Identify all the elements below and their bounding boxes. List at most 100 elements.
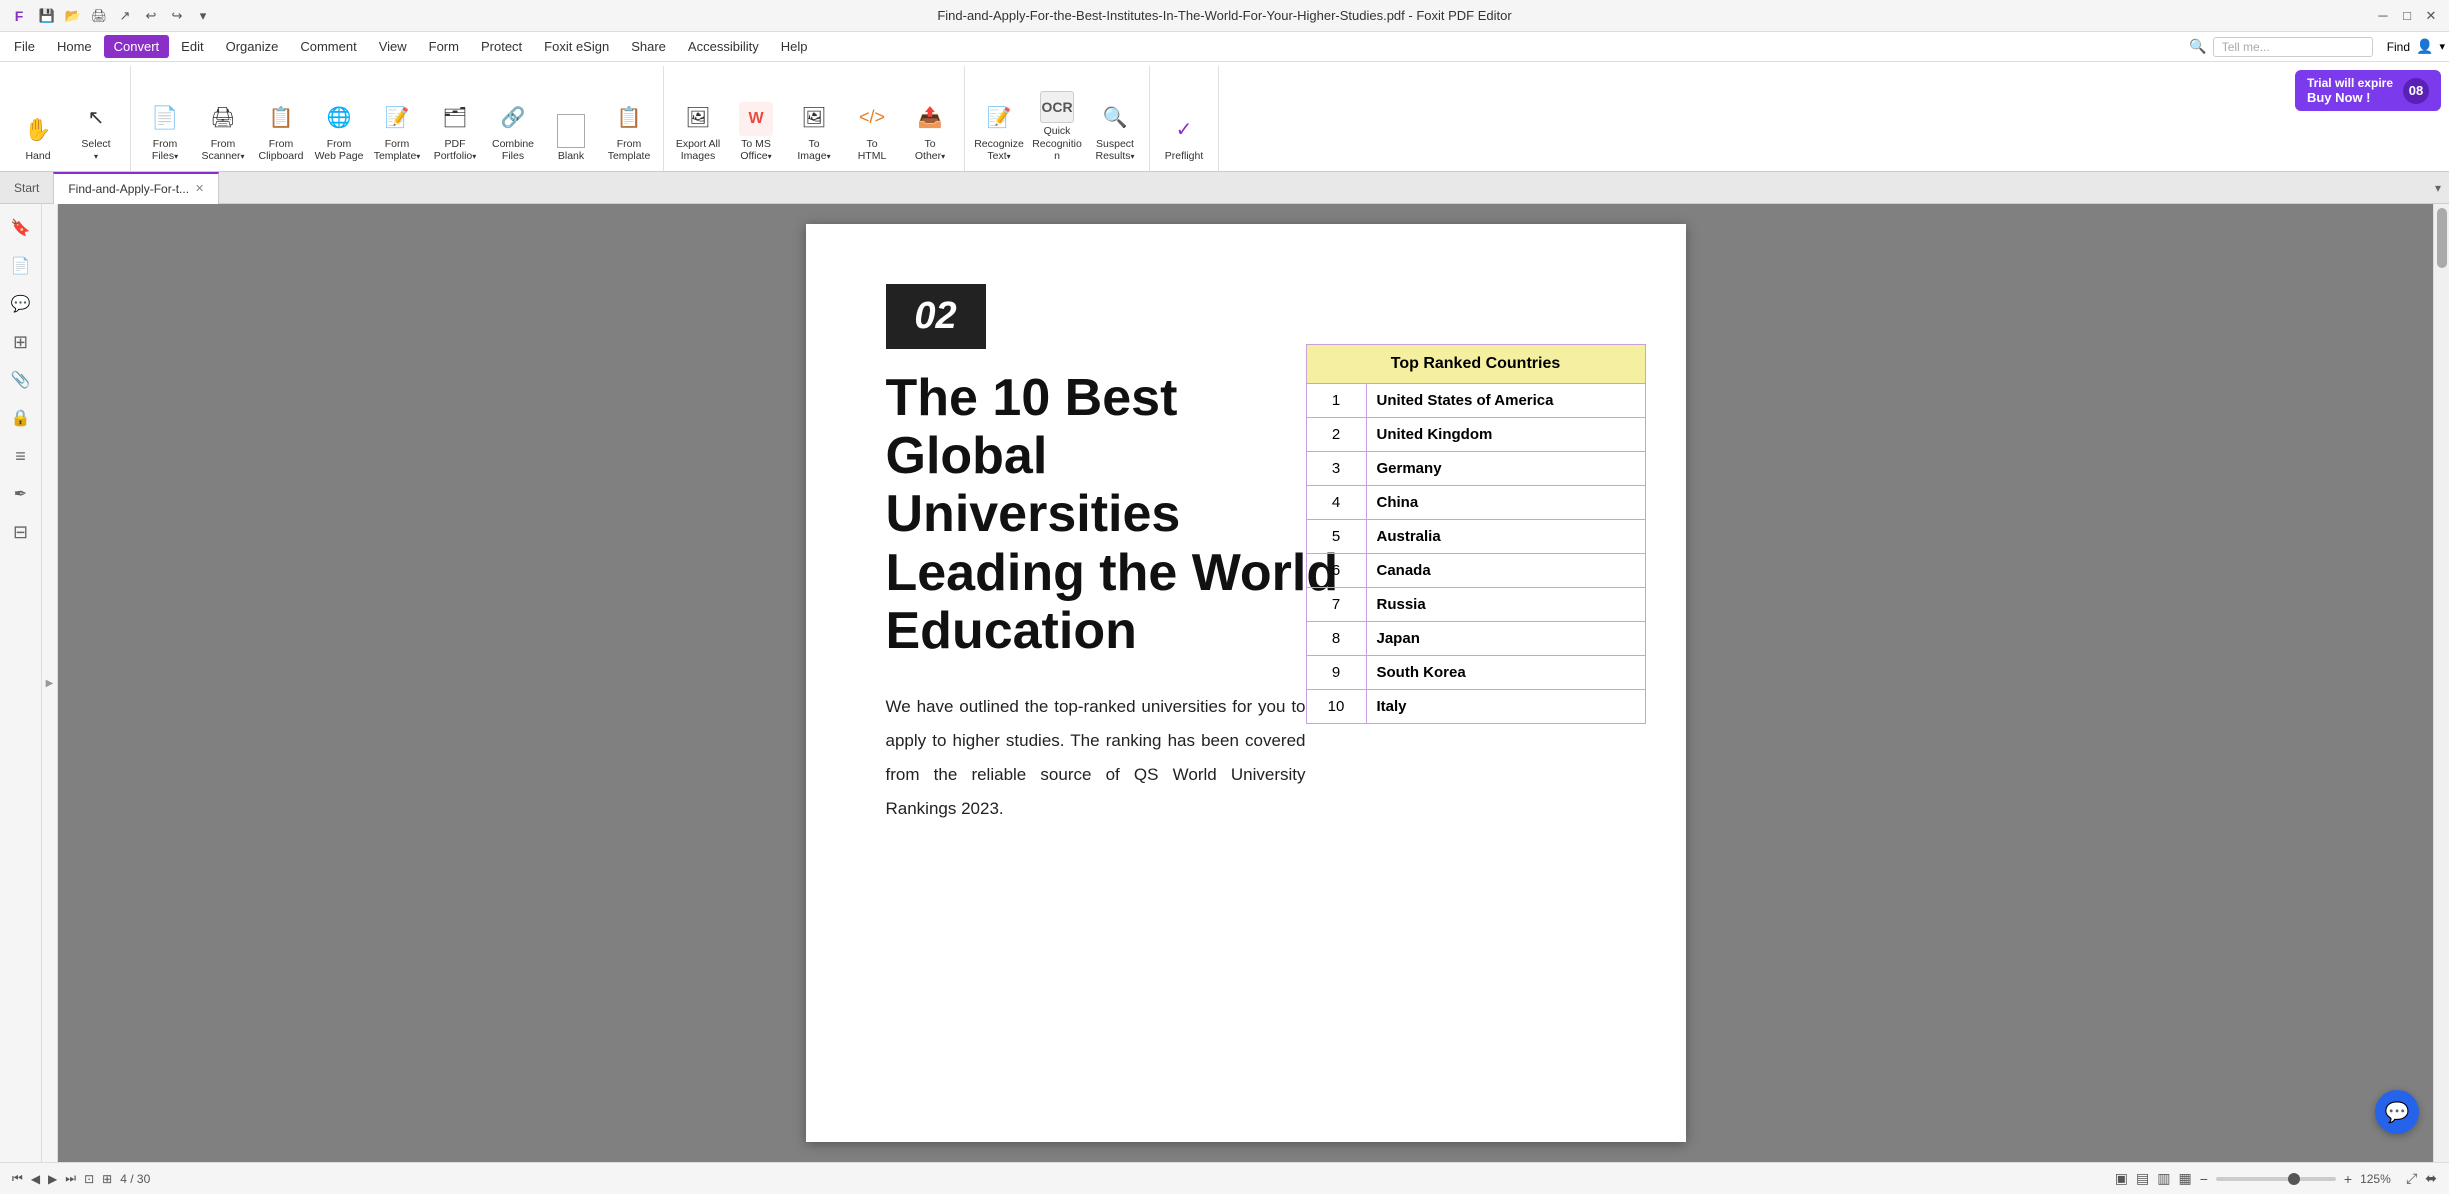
view-double-icon[interactable]: ▤ [2136,1170,2149,1187]
security-icon[interactable]: 🔒 [5,402,37,434]
menu-edit[interactable]: Edit [171,35,213,58]
zoom-plus-btn[interactable]: + [2344,1171,2352,1187]
from-files-btn[interactable]: 📄 FromFiles▾ [137,87,193,167]
from-template-btn[interactable]: 📋 FromTemplate [601,87,657,167]
bookmark-icon[interactable]: 🔖 [5,212,37,244]
to-other-btn[interactable]: 📤 ToOther▾ [902,87,958,167]
menu-comment[interactable]: Comment [290,35,366,58]
nav-first-btn[interactable]: ⏮ [12,1171,23,1186]
redo-icon[interactable]: ↪ [166,5,188,27]
menu-help[interactable]: Help [771,35,818,58]
pages-icon[interactable]: 📄 [5,250,37,282]
fit-width-icon[interactable]: ⬌ [2425,1170,2437,1187]
attachments-icon[interactable]: 📎 [5,364,37,396]
find-label[interactable]: Find [2387,40,2410,54]
from-clipboard-icon: 📋 [263,100,299,136]
menu-home[interactable]: Home [47,35,102,58]
title-line3: Leading the World [886,544,1339,602]
from-clipboard-btn[interactable]: 📋 FromClipboard [253,87,309,167]
scrollbar-thumb[interactable] [2437,208,2447,268]
customize-icon[interactable]: ▾ [192,5,214,27]
export-all-images-label: Export AllImages [676,138,720,163]
country-cell: South Korea [1366,656,1645,690]
tab-document[interactable]: Find-and-Apply-For-t... ✕ [53,172,219,204]
view-two-page-icon[interactable]: ▥ [2157,1170,2170,1187]
share-icon[interactable]: ↗ [114,5,136,27]
hand-btn[interactable]: ✋ Hand [10,87,66,167]
country-cell: Japan [1366,622,1645,656]
menu-convert[interactable]: Convert [104,35,170,58]
page-number-box: 02 [886,284,986,349]
page-number-display: 02 [914,295,956,338]
maximize-btn[interactable]: □ [2397,6,2417,26]
menu-accessibility[interactable]: Accessibility [678,35,769,58]
right-scrollbar[interactable] [2433,204,2449,1162]
zoom-slider[interactable] [2216,1177,2336,1181]
open-icon[interactable]: 📂 [62,5,84,27]
pdf-page: 02 The 10 Best Global Universities Leadi… [806,224,1686,1142]
menu-organize[interactable]: Organize [216,35,289,58]
pdf-portfolio-btn[interactable]: 🗂 PDFPortfolio▾ [427,87,483,167]
page-nav-text: 4 / 30 [120,1172,150,1186]
window-controls: ─ □ ✕ [2373,6,2441,26]
from-webpage-btn[interactable]: 🌐 FromWeb Page [311,87,367,167]
compare-icon[interactable]: ⊟ [5,516,37,548]
page-nav-display[interactable]: 4 / 30 [120,1172,150,1186]
ribbon-items-ocr: 📝 RecognizeText▾ OCR QuickRecognition 🔍 … [971,66,1143,171]
fields-icon[interactable]: ≡ [5,440,37,472]
tab-close-icon[interactable]: ✕ [195,182,204,195]
menu-share[interactable]: Share [621,35,676,58]
undo-icon[interactable]: ↩ [140,5,162,27]
recognize-text-btn[interactable]: 📝 RecognizeText▾ [971,87,1027,167]
from-scanner-btn[interactable]: 🖨 FromScanner▾ [195,87,251,167]
print-icon[interactable]: 🖨 [88,5,110,27]
comments-icon[interactable]: 💬 [5,288,37,320]
detach-icon[interactable]: ⊞ [102,1172,112,1186]
fit-page-icon[interactable]: ⤢ [2406,1170,2417,1187]
suspect-results-btn[interactable]: 🔍 SuspectResults▾ [1087,87,1143,167]
combine-files-btn[interactable]: 🔗 CombineFiles [485,87,541,167]
to-ms-office-btn[interactable]: W To MSOffice▾ [728,87,784,167]
preflight-icon: ✓ [1166,112,1202,148]
menu-protect[interactable]: Protect [471,35,532,58]
nav-last-btn[interactable]: ⏭ [65,1171,76,1186]
account-icon[interactable]: 👤 [2416,38,2433,55]
rank-cell: 2 [1306,418,1366,452]
chat-icon[interactable]: 💬 [2375,1090,2419,1134]
menu-form[interactable]: Form [419,35,469,58]
ribbon-group-select: ✋ Hand ↖ Select▾ [4,66,131,171]
zoom-thumb[interactable] [2288,1173,2300,1185]
country-cell: Canada [1366,554,1645,588]
expand-panel-icon[interactable]: ⊡ [84,1172,94,1186]
close-btn[interactable]: ✕ [2421,6,2441,26]
nav-next-btn[interactable]: ▶ [48,1172,57,1186]
from-scanner-icon: 🖨 [205,100,241,136]
signatures-icon[interactable]: ✒ [5,478,37,510]
menu-view[interactable]: View [369,35,417,58]
select-btn[interactable]: ↖ Select▾ [68,87,124,167]
to-image-btn[interactable]: 🖼 ToImage▾ [786,87,842,167]
preflight-btn[interactable]: ✓ Preflight [1156,87,1212,167]
account-dropdown-icon[interactable]: ▾ [2439,40,2445,53]
tab-start[interactable]: Start [0,172,53,204]
zoom-minus-btn[interactable]: − [2200,1171,2208,1187]
to-ms-office-icon: W [739,102,773,136]
to-html-btn[interactable]: </> ToHTML [844,87,900,167]
trial-badge[interactable]: Trial will expire Buy Now ! 08 [2295,70,2441,111]
save-icon[interactable]: 💾 [36,5,58,27]
blank-btn[interactable]: Blank [543,87,599,167]
sidebar-collapse-arrow[interactable]: ▶ [42,204,58,1162]
tab-chevron-icon[interactable]: ▾ [2435,181,2441,195]
menu-file[interactable]: File [4,35,45,58]
export-all-images-btn[interactable]: 🖼 Export AllImages [670,87,726,167]
form-template-btn[interactable]: 📝 FormTemplate▾ [369,87,425,167]
layers-icon[interactable]: ⊞ [5,326,37,358]
nav-prev-btn[interactable]: ◀ [31,1172,40,1186]
tell-me-box[interactable]: Tell me... [2213,37,2373,57]
view-continuous-icon[interactable]: ▦ [2178,1170,2191,1187]
view-single-icon[interactable]: ▣ [2115,1170,2128,1187]
menu-foxit-esign[interactable]: Foxit eSign [534,35,619,58]
title-line4: Education [886,602,1137,660]
quick-recognition-btn[interactable]: OCR QuickRecognition [1029,87,1085,167]
minimize-btn[interactable]: ─ [2373,6,2393,26]
